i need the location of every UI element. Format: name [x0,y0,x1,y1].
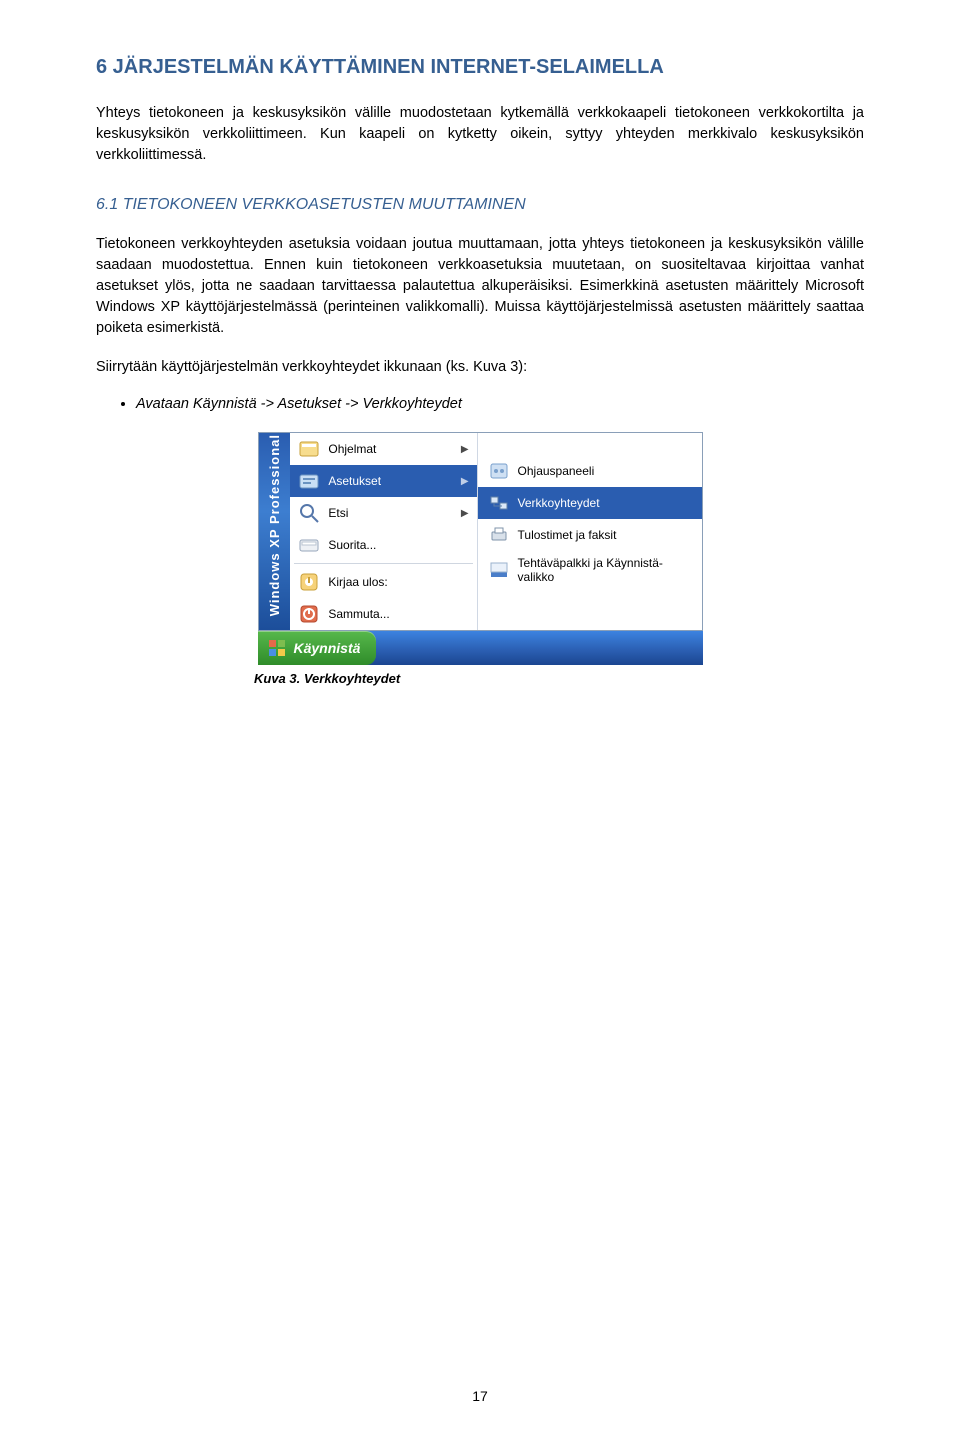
start-button[interactable]: Käynnistä [258,631,377,665]
submenu-item-tulostimet[interactable]: Tulostimet ja faksit [478,519,702,551]
run-icon [298,534,320,556]
menu-label: Kirjaa ulos: [328,575,468,589]
network-connections-icon [488,492,510,514]
menu-item-etsi[interactable]: Etsi ▶ [290,497,476,529]
sidebar-label: Windows XP Professional [267,434,282,616]
menu-label: Asetukset [328,474,452,488]
menu-item-sammuta[interactable]: Sammuta... [290,598,476,630]
shutdown-icon [298,603,320,625]
paragraph-intro: Yhteys tietokoneen ja keskusyksikön väli… [96,103,864,166]
printers-icon [488,524,510,546]
bullet-item: Avataan Käynnistä -> Asetukset -> Verkko… [136,396,864,412]
submenu-label: Ohjauspaneeli [518,464,595,478]
paragraph-body: Tietokoneen verkkoyhteyden asetuksia voi… [96,234,864,339]
page-number: 17 [0,1388,960,1404]
logoff-icon [298,571,320,593]
submenu-label: Tulostimet ja faksit [518,528,617,542]
startmenu-window: Windows XP Professional Ohjelmat ▶ Asetu… [258,432,703,631]
chevron-right-icon: ▶ [461,444,469,455]
submenu-label: Verkkoyhteydet [518,496,600,510]
control-panel-icon [488,460,510,482]
search-icon [298,502,320,524]
taskbar: Käynnistä [258,631,703,665]
submenu-item-verkkoyhteydet[interactable]: Verkkoyhteydet [478,487,702,519]
programs-icon [298,438,320,460]
menu-label: Etsi [328,506,452,520]
submenu-item-ohjauspaneeli[interactable]: Ohjauspaneeli [478,455,702,487]
chevron-right-icon: ▶ [461,508,469,519]
submenu-label: Tehtäväpalkki ja Käynnistä-valikko [518,556,692,584]
menu-label: Sammuta... [328,607,468,621]
start-button-label: Käynnistä [294,640,361,656]
submenu-item-tehtavapalkki[interactable]: Tehtäväpalkki ja Käynnistä-valikko [478,551,702,589]
menu-label: Ohjelmat [328,442,452,456]
startmenu-sidebar: Windows XP Professional [259,433,291,630]
menu-item-asetukset[interactable]: Asetukset ▶ [290,465,476,497]
settings-icon [298,470,320,492]
bullet-list: Avataan Käynnistä -> Asetukset -> Verkko… [136,396,864,412]
figure-startmenu: Windows XP Professional Ohjelmat ▶ Asetu… [258,432,703,665]
windows-logo-icon [266,637,288,659]
chevron-right-icon: ▶ [461,476,469,487]
menu-item-kirjaa-ulos[interactable]: Kirjaa ulos: [290,566,476,598]
menu-item-ohjelmat[interactable]: Ohjelmat ▶ [290,433,476,465]
menu-separator [294,563,472,564]
paragraph-lead: Siirrytään käyttöjärjestelmän verkkoyhte… [96,357,864,378]
heading-1: 6 JÄRJESTELMÄN KÄYTTÄMINEN INTERNET-SELA… [96,56,864,79]
startmenu-left-column: Ohjelmat ▶ Asetukset ▶ Etsi ▶ [290,433,477,630]
startmenu-right-column: Ohjauspaneeli Verkkoyhteydet Tulostimet … [478,433,702,630]
heading-2: 6.1 TIETOKONEEN VERKKOASETUSTEN MUUTTAMI… [96,196,864,214]
taskbar-icon [488,559,510,581]
menu-label: Suorita... [328,538,468,552]
menu-item-suorita[interactable]: Suorita... [290,529,476,561]
caption-label: Kuva 3. Verkkoyhteydet [254,671,400,686]
figure-caption: Kuva 3. Verkkoyhteydet [254,671,864,686]
